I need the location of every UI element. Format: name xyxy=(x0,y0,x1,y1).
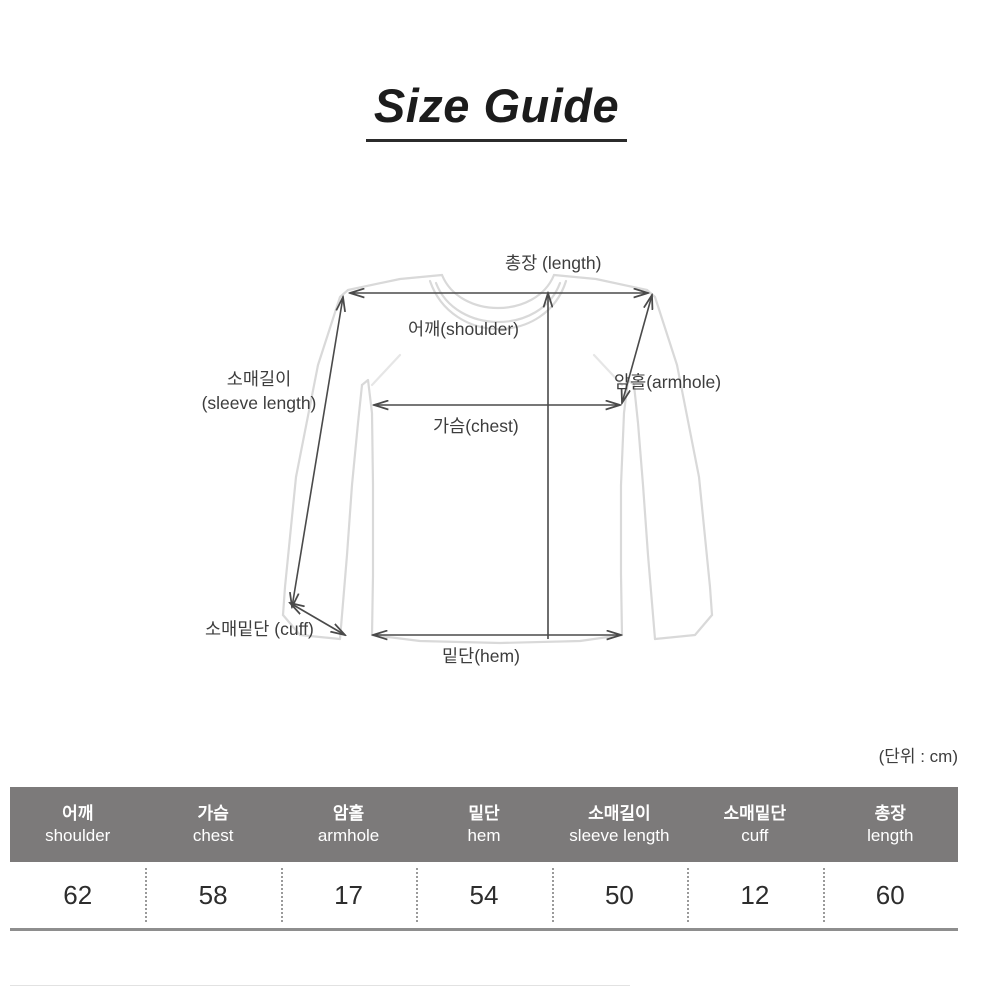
table-cell-chest: 58 xyxy=(145,862,280,928)
table-header-cell: 어깨 shoulder xyxy=(10,803,145,846)
label-cuff: 소매밑단 (cuff) xyxy=(205,619,314,639)
arrow-sleeve-length xyxy=(292,297,343,607)
table-header-row: 어깨 shoulder 가슴 chest 암홀 armhole 밑단 hem 소… xyxy=(10,787,958,862)
table-cell-length: 60 xyxy=(822,862,958,928)
label-length: 총장 (length) xyxy=(505,253,602,273)
table-cell-shoulder: 62 xyxy=(63,880,93,910)
label-shoulder: 어깨(shoulder) xyxy=(408,319,519,339)
table-header-cell: 밑단 hem xyxy=(416,803,551,846)
label-sleeve-length-ko: 소매길이 xyxy=(226,369,292,389)
table-cell-hem: 54 xyxy=(416,862,551,928)
label-hem: 밑단(hem) xyxy=(442,646,520,666)
page-title-container: Size Guide xyxy=(0,78,993,142)
table-header-cell: 가슴 chest xyxy=(145,803,280,846)
size-diagram: 총장 (length) 어깨(shoulder) 소매길이 (sleeve le… xyxy=(0,235,993,695)
garment-illustration xyxy=(281,273,714,645)
header-en: sleeve length xyxy=(569,825,670,845)
label-chest: 가슴(chest) xyxy=(433,416,519,436)
page-title: Size Guide xyxy=(365,78,628,142)
table-cell-sleeve-length: 50 xyxy=(551,862,687,928)
header-en: chest xyxy=(192,825,234,845)
label-sleeve-length-en: (sleeve length) xyxy=(201,392,317,413)
header-en: cuff xyxy=(741,825,769,845)
table-row: 62 58 17 54 50 12 60 xyxy=(10,862,958,931)
table-header-cell: 총장 length xyxy=(823,803,958,846)
size-table: 어깨 shoulder 가슴 chest 암홀 armhole 밑단 hem 소… xyxy=(10,787,958,931)
header-en: hem xyxy=(467,825,501,845)
header-en: armhole xyxy=(317,825,380,845)
header-ko: 소매길이 xyxy=(588,804,651,824)
header-ko: 어깨 xyxy=(62,804,94,824)
table-cell-cuff: 12 xyxy=(687,862,822,928)
header-ko: 총장 xyxy=(874,804,906,824)
table-header-cell: 소매밑단 cuff xyxy=(687,803,822,846)
header-en: shoulder xyxy=(45,825,111,845)
table-cell-armhole: 17 xyxy=(280,862,416,928)
label-armhole: 암홀(armhole) xyxy=(614,372,722,392)
header-ko: 밑단 xyxy=(468,804,500,824)
header-ko: 가슴 xyxy=(197,804,229,824)
table-header-cell: 암홀 armhole xyxy=(281,803,416,846)
header-ko: 암홀 xyxy=(332,804,365,824)
table-header-cell: 소매길이 sleeve length xyxy=(552,803,687,846)
header-ko: 소매밑단 xyxy=(723,804,787,824)
unit-note: (단위 : cm) xyxy=(878,747,958,766)
label-sleeve-length: 소매길이 (sleeve length) xyxy=(184,368,334,415)
header-en: length xyxy=(867,825,914,845)
footer-divider xyxy=(10,985,630,986)
